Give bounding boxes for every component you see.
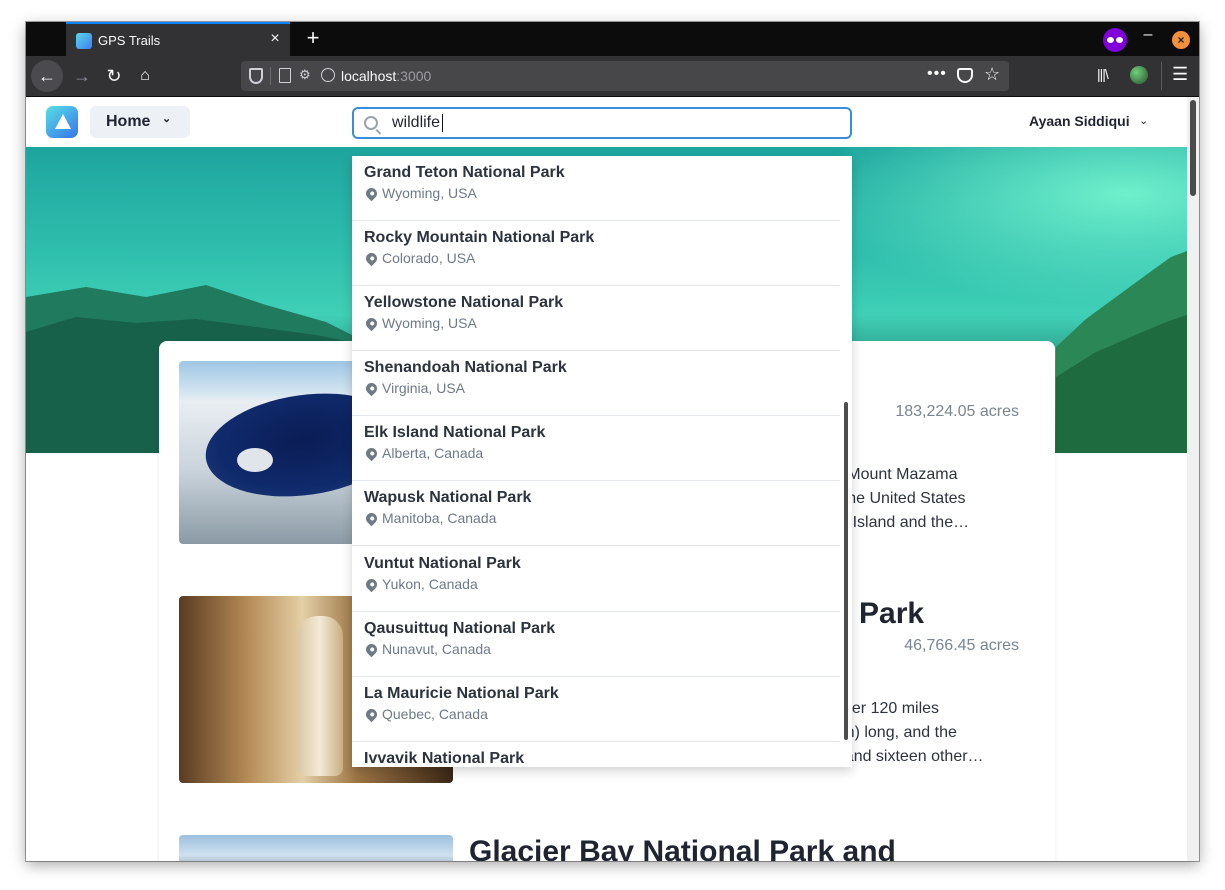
result-location: Wyoming, USA — [382, 185, 477, 201]
chevron-down-icon[interactable]: ⌄ — [1139, 114, 1148, 127]
pin-icon — [363, 185, 380, 202]
page-scrollbar[interactable] — [1187, 97, 1199, 861]
pin-icon — [363, 250, 380, 267]
result-name: Shenandoah National Park — [364, 359, 567, 376]
park-description-line: ats and sixteen other… — [819, 748, 984, 765]
result-location: Quebec, Canada — [382, 706, 488, 722]
reload-icon[interactable]: ↻ — [100, 60, 128, 92]
result-name: Yellowstone National Park — [364, 294, 564, 311]
library-icon[interactable]: |||\ — [1097, 66, 1109, 82]
page-viewport: Home ⌄ Ayaan Siddiqui ⌄ 183,224.05 acres… — [26, 97, 1199, 861]
search-result-item[interactable]: Rocky Mountain National Park Colorado, U… — [352, 221, 840, 286]
tab-close-icon[interactable]: × — [266, 30, 284, 48]
star-icon[interactable]: ☆ — [984, 64, 1000, 85]
page-icon — [279, 68, 291, 83]
park-description: is over 120 miles 00 m) long, and the at… — [819, 697, 1039, 769]
result-location: Wyoming, USA — [382, 315, 477, 331]
navigation-bar: ← → ↻ ⌂ ⚙ localhost:3000 ••• ☆ |||\ ☰ — [26, 56, 1199, 97]
app-header: Home ⌄ Ayaan Siddiqui ⌄ — [26, 97, 1187, 147]
result-name: Rocky Mountain National Park — [364, 229, 595, 246]
home-menu-label: Home — [106, 113, 151, 130]
search-result-item[interactable]: Grand Teton National Park Wyoming, USA — [352, 156, 840, 221]
url-host: localhost — [341, 68, 397, 84]
menu-icon[interactable]: ☰ — [1172, 64, 1188, 85]
pocket-icon[interactable] — [957, 68, 973, 83]
toolbar-separator — [1161, 62, 1162, 90]
url-separator — [270, 67, 271, 85]
pin-icon — [363, 576, 380, 593]
search-result-item[interactable]: Shenandoah National Park Virginia, USA — [352, 351, 840, 416]
park-description-line: is over 120 miles — [819, 700, 940, 717]
user-menu-name[interactable]: Ayaan Siddiqui — [1029, 113, 1130, 129]
park-description-line: 00 m) long, and the — [819, 724, 957, 741]
browser-tab[interactable]: GPS Trails × — [66, 22, 290, 56]
park-acres: 46,766.45 acres — [904, 637, 1019, 654]
pin-icon — [363, 510, 380, 527]
url-text[interactable]: localhost:3000 — [341, 68, 431, 84]
pin-icon — [363, 445, 380, 462]
result-name: Vuntut National Park — [364, 555, 521, 572]
minimize-button[interactable]: – — [1139, 26, 1157, 44]
result-name: La Mauricie National Park — [364, 685, 559, 702]
park-photo[interactable] — [179, 835, 453, 861]
extension-icon[interactable] — [1130, 66, 1148, 84]
park-title[interactable]: Glacier Bay National Park and — [469, 835, 896, 861]
result-location: Alberta, Canada — [382, 445, 484, 461]
search-result-item[interactable]: Yellowstone National Park Wyoming, USA — [352, 286, 840, 351]
result-location: Manitoba, Canada — [382, 510, 497, 526]
page-scrollbar-thumb[interactable] — [1190, 100, 1196, 196]
browser-window: GPS Trails × + – × ← → ↻ ⌂ ⚙ localhost:3… — [26, 22, 1199, 861]
search-result-item[interactable]: Ivvavik National Park — [352, 742, 840, 767]
back-icon[interactable]: ← — [31, 60, 63, 92]
dropdown-scrollbar[interactable] — [844, 402, 848, 740]
url-port: :3000 — [396, 68, 432, 84]
page-actions-icon[interactable]: ••• — [927, 65, 947, 83]
park-acres: 183,224.05 acres — [895, 403, 1019, 420]
result-location: Yukon, Canada — [382, 576, 478, 592]
photo-stalactite — [297, 616, 343, 776]
pin-icon — [363, 706, 380, 723]
search-result-item[interactable]: Qausuittuq National Park Nunavut, Canada — [352, 612, 840, 677]
result-name: Grand Teton National Park — [364, 164, 565, 181]
result-name: Ivvavik National Park — [364, 750, 525, 767]
app-logo[interactable] — [46, 106, 78, 138]
park-title[interactable]: Park — [859, 597, 924, 631]
result-name: Elk Island National Park — [364, 424, 546, 441]
result-location: Virginia, USA — [382, 380, 466, 396]
result-location: Colorado, USA — [382, 250, 476, 266]
permissions-icon[interactable]: ⚙ — [299, 67, 311, 83]
search-input[interactable] — [392, 113, 832, 133]
home-menu-button[interactable]: Home ⌄ — [90, 106, 190, 138]
result-name: Wapusk National Park — [364, 489, 532, 506]
pin-icon — [363, 315, 380, 332]
search-box[interactable] — [352, 107, 852, 139]
search-result-item[interactable]: Wapusk National Park Manitoba, Canada — [352, 481, 840, 546]
result-name: Qausuittuq National Park — [364, 620, 556, 637]
text-caret — [442, 114, 443, 132]
url-bar[interactable]: ⚙ localhost:3000 ••• ☆ — [241, 61, 1009, 91]
favicon-icon — [76, 33, 92, 49]
window-close-button[interactable]: × — [1172, 31, 1190, 49]
private-browsing-icon — [1103, 28, 1127, 52]
search-result-item[interactable]: Vuntut National Park Yukon, Canada — [352, 547, 840, 612]
home-icon[interactable]: ⌂ — [131, 60, 159, 92]
chevron-down-icon: ⌄ — [162, 113, 172, 125]
globe-icon — [321, 68, 335, 82]
result-location: Nunavut, Canada — [382, 641, 491, 657]
search-icon — [364, 116, 378, 130]
search-result-item[interactable]: Elk Island National Park Alberta, Canada — [352, 416, 840, 481]
search-results-dropdown: Grand Teton National Park Wyoming, USA R… — [352, 156, 852, 767]
new-tab-button[interactable]: + — [300, 25, 326, 51]
shield-icon[interactable] — [249, 68, 263, 84]
forward-icon[interactable]: → — [68, 60, 96, 92]
pin-icon — [363, 380, 380, 397]
pin-icon — [363, 641, 380, 658]
search-result-item[interactable]: La Mauricie National Park Quebec, Canada — [352, 677, 840, 742]
tab-title: GPS Trails — [98, 33, 161, 48]
photo-island — [237, 448, 273, 472]
tab-strip: GPS Trails × + – × — [26, 22, 1199, 56]
